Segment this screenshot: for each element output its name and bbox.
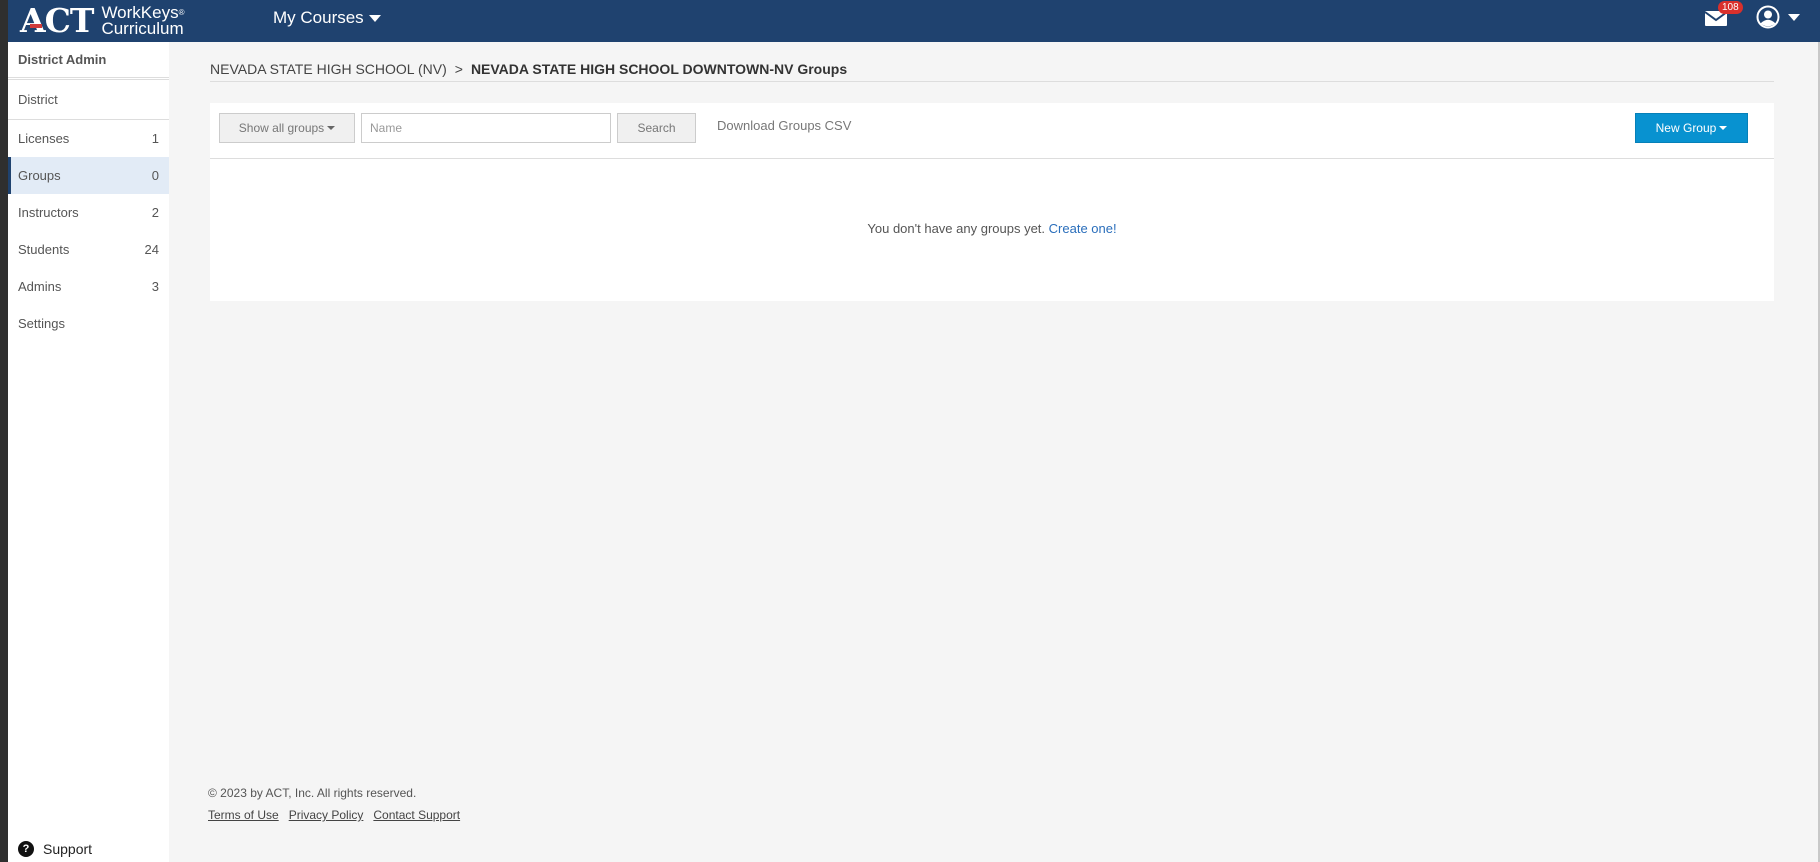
sidebar-item-settings[interactable]: Settings — [8, 305, 169, 342]
sidebar-item-label: Licenses — [18, 131, 70, 146]
sidebar-item-students[interactable]: Students 24 — [8, 231, 169, 268]
privacy-policy-link[interactable]: Privacy Policy — [289, 808, 364, 822]
group-name-search-input[interactable] — [361, 113, 611, 143]
chevron-down-icon — [327, 126, 336, 130]
footer: © 2023 by ACT, Inc. All rights reserved.… — [208, 786, 460, 822]
support-link[interactable]: ? Support — [18, 836, 92, 862]
sidebar-item-label: District — [18, 92, 58, 107]
help-icon: ? — [18, 841, 34, 857]
sidebar-item-label: Groups — [18, 168, 61, 183]
empty-state-text: You don't have any groups yet. — [867, 221, 1046, 236]
my-courses-label: My Courses — [273, 8, 364, 27]
chevron-down-icon — [368, 14, 381, 22]
act-workkeys-logo[interactable]: ACT WorkKeys® Curriculum — [20, 0, 185, 42]
sidebar-item-admins[interactable]: Admins 3 — [8, 268, 169, 305]
sidebar-item-instructors[interactable]: Instructors 2 — [8, 194, 169, 231]
create-group-link[interactable]: Create one! — [1049, 221, 1117, 236]
new-group-button[interactable]: New Group — [1635, 113, 1748, 143]
sidebar-item-licenses[interactable]: Licenses 1 — [8, 120, 169, 157]
new-group-label: New Group — [1655, 121, 1717, 135]
search-button[interactable]: Search — [617, 113, 696, 143]
sidebar-item-groups[interactable]: Groups 0 — [8, 157, 169, 194]
copyright-text: © 2023 by ACT, Inc. All rights reserved. — [208, 786, 417, 800]
my-courses-menu[interactable]: My Courses — [273, 0, 381, 36]
show-all-groups-dropdown[interactable]: Show all groups — [219, 113, 355, 143]
groups-panel: Show all groups Search Download Groups C… — [210, 103, 1774, 301]
sidebar-item-label: Admins — [18, 279, 62, 294]
show-all-groups-label: Show all groups — [238, 121, 325, 135]
chevron-down-icon — [1788, 13, 1800, 21]
logo-act-text: ACT — [20, 0, 94, 40]
support-label: Support — [43, 841, 93, 857]
sidebar-item-label: Instructors — [18, 205, 79, 220]
contact-support-link[interactable]: Contact Support — [373, 808, 460, 822]
empty-state-message: You don't have any groups yet. Create on… — [210, 221, 1774, 236]
user-menu[interactable] — [1756, 5, 1800, 29]
breadcrumb-separator: > — [454, 60, 463, 77]
mail-count-badge: 108 — [1718, 1, 1743, 14]
sidebar-item-count: 1 — [151, 131, 159, 146]
chevron-down-icon — [1719, 126, 1728, 130]
page-title: NEVADA STATE HIGH SCHOOL DOWNTOWN-NV Gro… — [470, 60, 848, 77]
groups-toolbar: Show all groups Search Download Groups C… — [210, 103, 1774, 159]
sidebar-item-count: 2 — [151, 205, 159, 220]
sidebar-item-label: Settings — [18, 316, 65, 331]
sidebar-heading: District Admin — [8, 42, 169, 80]
window-edge — [0, 0, 8, 862]
logo-product-name: WorkKeys® Curriculum — [101, 3, 185, 38]
breadcrumb-parent[interactable]: NEVADA STATE HIGH SCHOOL (NV) — [210, 61, 447, 77]
top-nav-bar: ACT WorkKeys® Curriculum My Courses 108 — [8, 0, 1820, 42]
footer-links: Terms of Use Privacy Policy Contact Supp… — [208, 808, 460, 822]
breadcrumb: NEVADA STATE HIGH SCHOOL (NV) > NEVADA S… — [210, 58, 1774, 82]
download-groups-csv-link[interactable]: Download Groups CSV — [717, 118, 851, 133]
sidebar-item-label: Students — [18, 242, 70, 257]
terms-of-use-link[interactable]: Terms of Use — [208, 808, 279, 822]
user-avatar-icon — [1756, 5, 1780, 29]
sidebar-item-count: 0 — [151, 168, 159, 183]
sidebar-item-count: 24 — [144, 242, 159, 257]
sidebar: District Admin District Licenses 1 Group… — [8, 42, 169, 862]
sidebar-item-district[interactable]: District — [8, 80, 169, 120]
sidebar-item-count: 3 — [151, 279, 159, 294]
